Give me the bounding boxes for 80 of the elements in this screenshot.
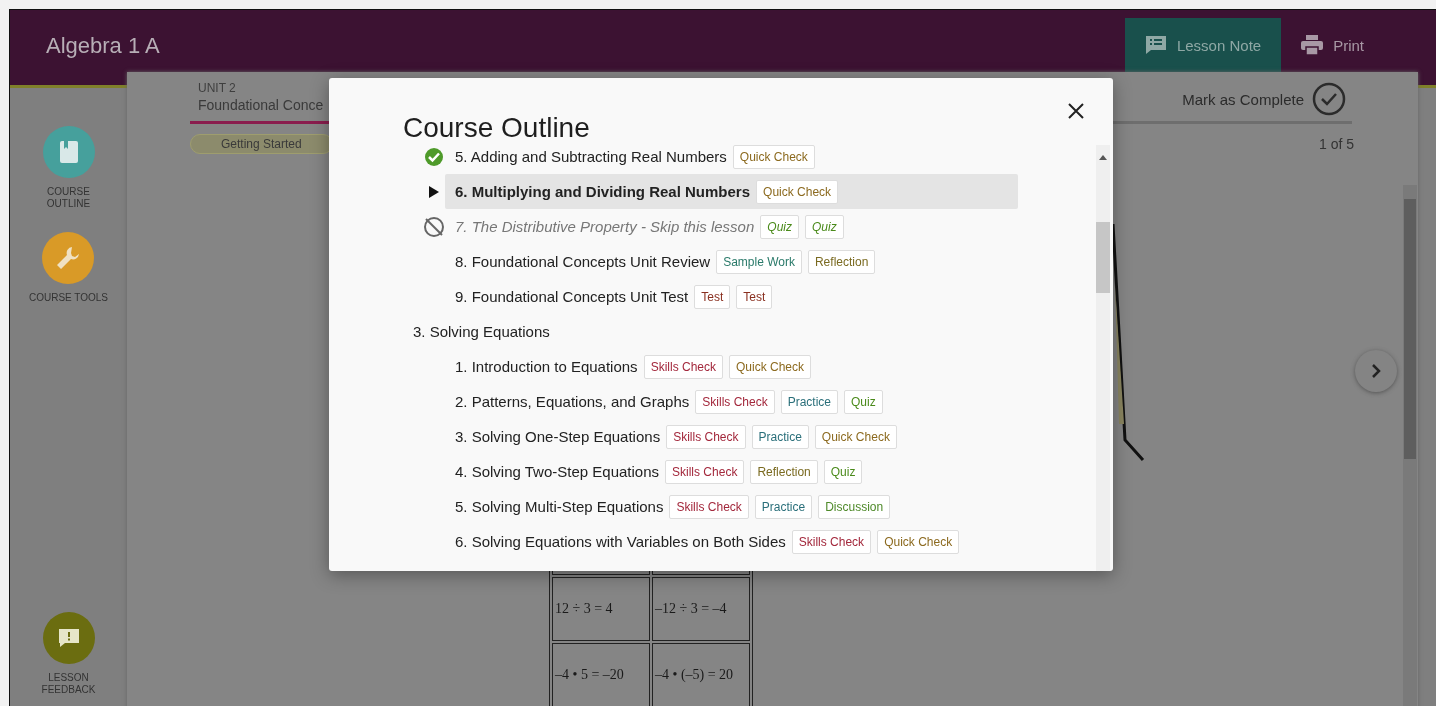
close-button[interactable]	[1067, 102, 1085, 120]
skip-icon	[423, 215, 445, 238]
wrench-icon	[55, 245, 82, 271]
lesson-title: 8. Foundational Concepts Unit Review	[455, 253, 711, 270]
lesson-title: 6. Multiplying and Dividing Real Numbers	[455, 183, 751, 200]
print-button[interactable]: Print	[1281, 18, 1384, 72]
activity-tag[interactable]: Quick Check	[814, 424, 897, 449]
scroll-up-icon[interactable]	[1099, 155, 1107, 160]
sidebar-label: COURSE OUTLINE	[45, 186, 92, 210]
unit-heading[interactable]: 3. Solving Equations	[413, 323, 550, 340]
unit-label: UNIT 2	[198, 81, 237, 95]
activity-tag[interactable]: Skills Check	[665, 459, 745, 484]
check-circle-icon	[1312, 82, 1346, 116]
activity-tag[interactable]: Reflection	[750, 459, 818, 484]
lesson-row[interactable]: 1. Introduction to Equations Skills Check Quick Check	[445, 349, 1018, 384]
activity-tag[interactable]: Quick Check	[729, 354, 811, 379]
activity-tag[interactable]: Quick Check	[756, 179, 839, 204]
activity-tag[interactable]: Quick Check	[877, 529, 960, 554]
check-circle-icon	[424, 146, 444, 167]
activity-tag[interactable]: Practice	[751, 424, 809, 449]
sidebar-label: COURSE TOOLS	[28, 292, 109, 304]
chevron-right-icon	[1371, 364, 1381, 378]
lesson-note-button[interactable]: Lesson Note	[1124, 18, 1282, 72]
lesson-row[interactable]: 7. The Distributive Property - Skip this lesson Quiz Quiz	[445, 209, 1018, 244]
wrench-button[interactable]	[42, 232, 95, 284]
activity-tag[interactable]: Practice	[754, 494, 813, 519]
scrollbar[interactable]	[1403, 185, 1417, 706]
table-cell: –12 ÷ 3 = –4	[652, 577, 750, 641]
lesson-row[interactable]: 5. Solving Multi-Step Equations Skills Check Practice Discussion	[445, 489, 1018, 524]
activity-tag[interactable]: Quiz	[805, 214, 844, 239]
scrollbar[interactable]	[1096, 145, 1110, 571]
table-cell: –4 • (–5) = 20	[652, 643, 750, 706]
lesson-row[interactable]: 3. Solving One-Step Equations Skills Check Practice Quick Check	[445, 419, 1018, 454]
activity-tag[interactable]: Quiz	[844, 389, 883, 414]
lesson-title: 5. Adding and Subtracting Real Numbers	[455, 148, 727, 165]
activity-tag[interactable]: Test	[694, 284, 731, 309]
lesson-title: 5. Solving Multi-Step Equations	[455, 498, 664, 515]
lesson-title: 9. Foundational Concepts Unit Test	[455, 288, 689, 305]
triangle-icon	[428, 184, 440, 199]
lesson-title: 2. Patterns, Equations, and Graphs	[455, 393, 690, 410]
activity-tag[interactable]: Skills Check	[669, 494, 749, 519]
book-icon	[58, 140, 79, 164]
table-cell: –4 • 5 = –20	[552, 643, 650, 706]
scroll-thumb[interactable]	[1404, 199, 1416, 459]
page-counter: 1 of 5	[1318, 136, 1354, 152]
activity-tag[interactable]: Skills Check	[666, 424, 746, 449]
activity-tag[interactable]: Quick Check	[732, 144, 815, 169]
book-button[interactable]	[42, 126, 95, 178]
close-icon	[1067, 102, 1085, 120]
course-title: Algebra 1 A	[46, 32, 160, 59]
lesson-row[interactable]: 4. Solving Two-Step Equations Skills Check Reflection Quiz	[445, 454, 1018, 489]
note-icon	[1144, 35, 1167, 55]
unit-title: Foundational Conce	[198, 97, 325, 113]
activity-tag[interactable]: Skills Check	[695, 389, 775, 414]
lesson-row[interactable]: 8. Foundational Concepts Unit Review Sample Work Reflection	[445, 244, 1018, 279]
activity-tag[interactable]: Skills Check	[643, 354, 723, 379]
activity-tag[interactable]: Quiz	[823, 459, 863, 484]
activity-tag[interactable]: Reflection	[807, 249, 876, 274]
lesson-title: 4. Solving Two-Step Equations	[455, 463, 660, 480]
sidebar-label: LESSON FEEDBACK	[40, 672, 97, 696]
lesson-row[interactable]: 6. Multiplying and Dividing Real Numbers Quick Check	[445, 174, 1018, 209]
feedback-icon	[56, 627, 81, 649]
lesson-row[interactable]: 9. Foundational Concepts Unit Test Test Test	[445, 279, 1018, 314]
lesson-title: 1. Introduction to Equations	[455, 358, 638, 375]
lesson-row[interactable]: 2. Patterns, Equations, and Graphs Skills Check Practice Quiz	[445, 384, 1018, 419]
activity-tag[interactable]: Skills Check	[791, 529, 872, 554]
activity-tag[interactable]: Discussion	[818, 494, 891, 519]
next-button[interactable]	[1355, 350, 1397, 392]
scroll-thumb[interactable]	[1096, 222, 1110, 293]
printer-icon	[1301, 35, 1324, 55]
feedback-button[interactable]	[42, 612, 95, 664]
lesson-title: 6. Solving Equations with Variables on Both Sides	[455, 533, 786, 550]
activity-tag[interactable]: Sample Work	[716, 249, 802, 274]
activity-tag[interactable]: Test	[736, 284, 773, 309]
lesson-title: 3. Solving One-Step Equations	[455, 428, 661, 445]
lesson-row[interactable]: 6. Solving Equations with Variables on Both Sides Skills Check Quick Check	[445, 524, 1018, 559]
activity-tag[interactable]: Quiz	[760, 214, 799, 239]
activity-tag[interactable]: Practice	[780, 389, 839, 414]
lesson-title: 7. The Distributive Property - Skip this lesson	[455, 218, 755, 235]
table-cell: 12 ÷ 3 = 4	[552, 577, 650, 641]
